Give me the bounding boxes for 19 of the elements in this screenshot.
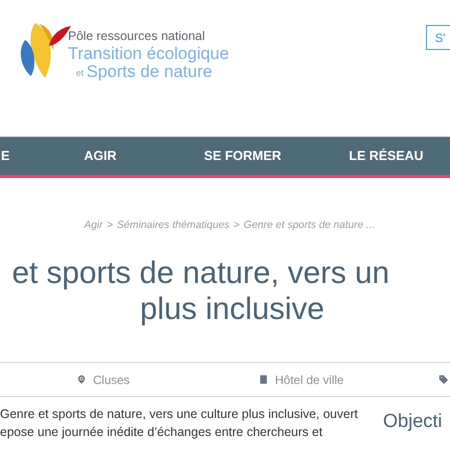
pin-icon xyxy=(76,374,87,385)
logo-prefix: et xyxy=(76,68,84,78)
nav-link[interactable]: SE FORMER xyxy=(204,146,349,166)
logo-subtitle: Pôle ressources national xyxy=(68,30,206,42)
breadcrumb-separator: > xyxy=(106,218,113,233)
nav-link[interactable]: LE RÉSEAU xyxy=(349,146,424,166)
nav-link[interactable]: AGIR xyxy=(84,146,204,166)
info-text: Hôtel de ville xyxy=(275,372,344,388)
logo-title: Sports de nature xyxy=(86,62,212,80)
logo-title: Transition écologique xyxy=(68,44,229,62)
header-button[interactable]: S' xyxy=(426,25,450,50)
breadcrumb-separator: > xyxy=(234,218,240,233)
page-title: et sports de nature, vers un xyxy=(11,255,390,291)
info-text: Cluses xyxy=(93,372,130,388)
section-heading: Objecti xyxy=(382,410,442,434)
body-text: Genre et sports de nature, vers une culture plus inclusive, ouvert xyxy=(0,406,359,423)
body-text: epose une journée inédite d’échanges entre chercheurs et xyxy=(0,424,324,441)
page-title: plus inclusive xyxy=(139,291,326,327)
nav-link[interactable]: E xyxy=(0,146,84,166)
